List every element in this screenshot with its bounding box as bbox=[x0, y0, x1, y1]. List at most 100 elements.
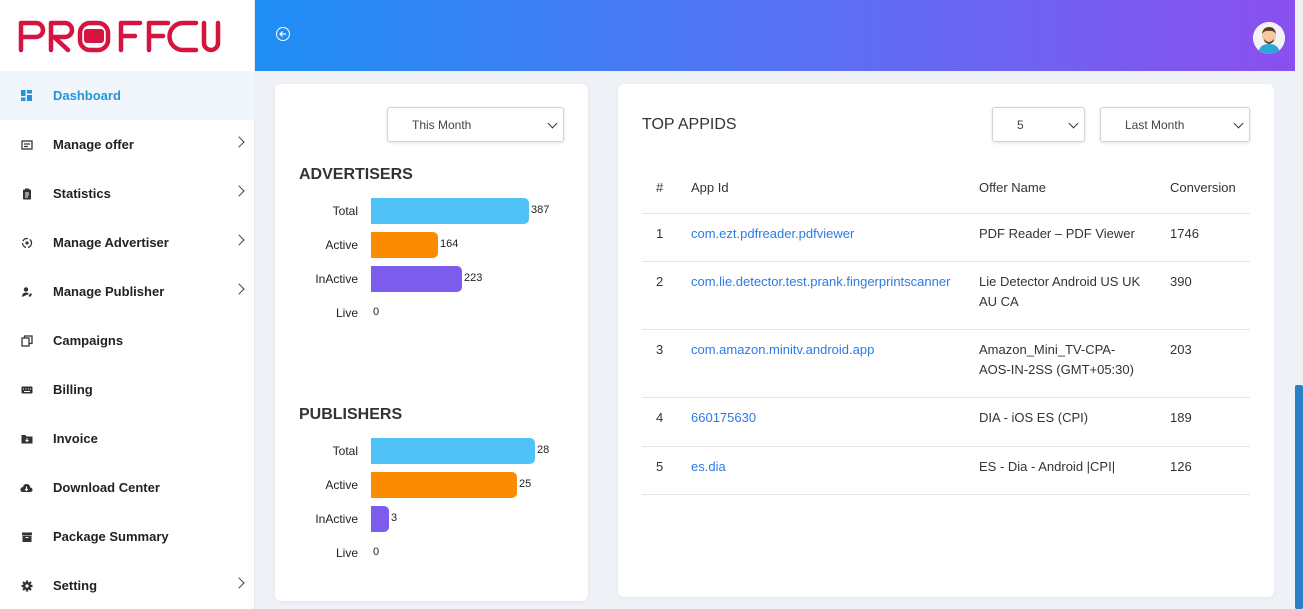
column-header-conversion: Conversion bbox=[1170, 180, 1236, 195]
sidebar-item-label: Manage Publisher bbox=[53, 284, 165, 299]
conversion-value: 203 bbox=[1170, 342, 1192, 357]
advertisers-bar-row: Active 164 bbox=[275, 232, 588, 258]
keyboard-icon bbox=[20, 383, 33, 396]
bar-value: 387 bbox=[531, 204, 550, 216]
publisher-icon bbox=[20, 285, 33, 298]
bar bbox=[371, 266, 462, 292]
bar-value: 28 bbox=[537, 444, 550, 456]
publishers-bar-row: Live 0 bbox=[275, 540, 588, 566]
chevron-down-icon bbox=[1233, 118, 1244, 129]
bar-label: Active bbox=[325, 478, 358, 492]
folder-icon bbox=[20, 432, 33, 445]
row-divider bbox=[642, 446, 1250, 447]
bar bbox=[371, 198, 529, 224]
chevron-right-icon bbox=[233, 136, 245, 148]
header-divider bbox=[642, 213, 1250, 214]
sidebar-item-package-summary[interactable]: Package Summary bbox=[0, 512, 255, 561]
offer-name-line: PDF Reader – PDF Viewer bbox=[979, 226, 1135, 241]
conversion-value: 390 bbox=[1170, 274, 1192, 289]
bar-label: Live bbox=[335, 546, 358, 560]
bar bbox=[371, 438, 535, 464]
sidebar-item-label: Setting bbox=[53, 578, 98, 593]
top-header bbox=[255, 0, 1295, 71]
page-scrollbar[interactable] bbox=[1295, 0, 1303, 609]
arrow-left-circle-icon[interactable] bbox=[276, 27, 290, 41]
row-divider bbox=[642, 494, 1250, 495]
offer-name-line: AU CA bbox=[979, 294, 1019, 309]
period-select-right[interactable]: Last Month bbox=[1100, 107, 1250, 142]
advertisers-bar-row: InActive 223 bbox=[275, 266, 588, 292]
row-number: 1 bbox=[656, 226, 664, 241]
offer-name-line: ES - Dia - Android |CPI| bbox=[979, 459, 1116, 474]
row-divider bbox=[642, 329, 1250, 330]
app-id-link[interactable]: 660175630 bbox=[691, 408, 756, 428]
package-icon bbox=[20, 530, 33, 543]
column-header-offer-name: Offer Name bbox=[979, 180, 1046, 195]
offer-name-line: Amazon_Mini_TV-CPA- bbox=[979, 342, 1116, 357]
scrollbar-thumb[interactable] bbox=[1295, 385, 1303, 609]
bar-label: Live bbox=[335, 306, 358, 320]
sidebar-item-label: Dashboard bbox=[53, 88, 121, 103]
proffcus-logo-icon bbox=[18, 20, 221, 52]
offer-icon bbox=[20, 138, 33, 151]
row-divider bbox=[642, 261, 1250, 262]
bar-value: 3 bbox=[391, 512, 398, 524]
count-select[interactable]: 5 bbox=[992, 107, 1085, 142]
row-number: 2 bbox=[656, 274, 664, 289]
bar-label: Total bbox=[332, 204, 358, 218]
app-id-link[interactable]: es.dia bbox=[691, 457, 726, 477]
clipboard-icon bbox=[20, 187, 33, 200]
offer-name-line: DIA - iOS ES (CPI) bbox=[979, 410, 1089, 425]
row-number: 3 bbox=[656, 342, 664, 357]
publishers-title: PUBLISHERS bbox=[299, 406, 403, 423]
offer-name: Amazon_Mini_TV-CPA- AOS-IN-2SS (GMT+05:30… bbox=[979, 340, 1154, 380]
sidebar-item-statistics[interactable]: Statistics bbox=[0, 169, 255, 218]
bar-value: 0 bbox=[373, 306, 380, 318]
count-select-value: 5 bbox=[1017, 117, 1024, 132]
bar-value: 0 bbox=[373, 546, 380, 558]
sidebar-item-manage-publisher[interactable]: Manage Publisher bbox=[0, 267, 255, 316]
app-id-link[interactable]: com.amazon.minitv.android.app bbox=[691, 340, 874, 360]
row-divider bbox=[642, 397, 1250, 398]
sidebar-item-label: Invoice bbox=[53, 431, 98, 446]
sidebar-item-manage-offer[interactable]: Manage offer bbox=[0, 120, 255, 169]
advertiser-icon bbox=[20, 236, 33, 249]
advertisers-title: ADVERTISERS bbox=[299, 166, 413, 183]
conversion-value: 189 bbox=[1170, 410, 1192, 425]
top-appids-card: TOP APPIDS 5 Last Month # App Id Offer N… bbox=[618, 84, 1274, 597]
period-select-left[interactable]: This Month bbox=[387, 107, 564, 142]
offer-name-line: AOS-IN-2SS (GMT+05:30) bbox=[979, 362, 1134, 377]
gear-icon bbox=[20, 579, 33, 592]
advertisers-bar-row: Live 0 bbox=[275, 300, 588, 326]
sidebar-item-invoice[interactable]: Invoice bbox=[0, 414, 255, 463]
app-id-link[interactable]: com.lie.detector.test.prank.fingerprints… bbox=[691, 272, 950, 292]
campaigns-icon bbox=[20, 334, 33, 347]
column-header-app-id: App Id bbox=[691, 180, 729, 195]
conversion-value: 126 bbox=[1170, 459, 1192, 474]
brand-logo[interactable] bbox=[0, 0, 254, 71]
sidebar-item-setting[interactable]: Setting bbox=[0, 561, 255, 609]
sidebar-item-dashboard[interactable]: Dashboard bbox=[0, 71, 255, 120]
user-avatar-icon[interactable] bbox=[1253, 22, 1285, 54]
sidebar-item-label: Package Summary bbox=[53, 529, 169, 544]
offer-name: DIA - iOS ES (CPI) bbox=[979, 408, 1154, 428]
app-id-link[interactable]: com.ezt.pdfreader.pdfviewer bbox=[691, 224, 854, 244]
sidebar-item-campaigns[interactable]: Campaigns bbox=[0, 316, 255, 365]
chevron-down-icon bbox=[1068, 118, 1079, 129]
bar bbox=[371, 472, 517, 498]
offer-name: PDF Reader – PDF Viewer bbox=[979, 224, 1154, 244]
sidebar-item-download-center[interactable]: Download Center bbox=[0, 463, 255, 512]
bar bbox=[371, 506, 389, 532]
sidebar-item-label: Download Center bbox=[53, 480, 160, 495]
bar-value: 223 bbox=[464, 272, 483, 284]
top-appids-title: TOP APPIDS bbox=[642, 116, 737, 133]
chevron-down-icon bbox=[547, 118, 558, 129]
chevron-right-icon bbox=[233, 577, 245, 589]
sidebar-item-manage-advertiser[interactable]: Manage Advertiser bbox=[0, 218, 255, 267]
summary-card: This Month ADVERTISERS Total 387 Active 164… bbox=[275, 84, 588, 601]
bar-label: Total bbox=[332, 444, 358, 458]
bar-value: 25 bbox=[519, 478, 532, 490]
sidebar-item-billing[interactable]: Billing bbox=[0, 365, 255, 414]
publishers-bar-row: Total 28 bbox=[275, 438, 588, 464]
offer-name: ES - Dia - Android |CPI| bbox=[979, 457, 1154, 477]
